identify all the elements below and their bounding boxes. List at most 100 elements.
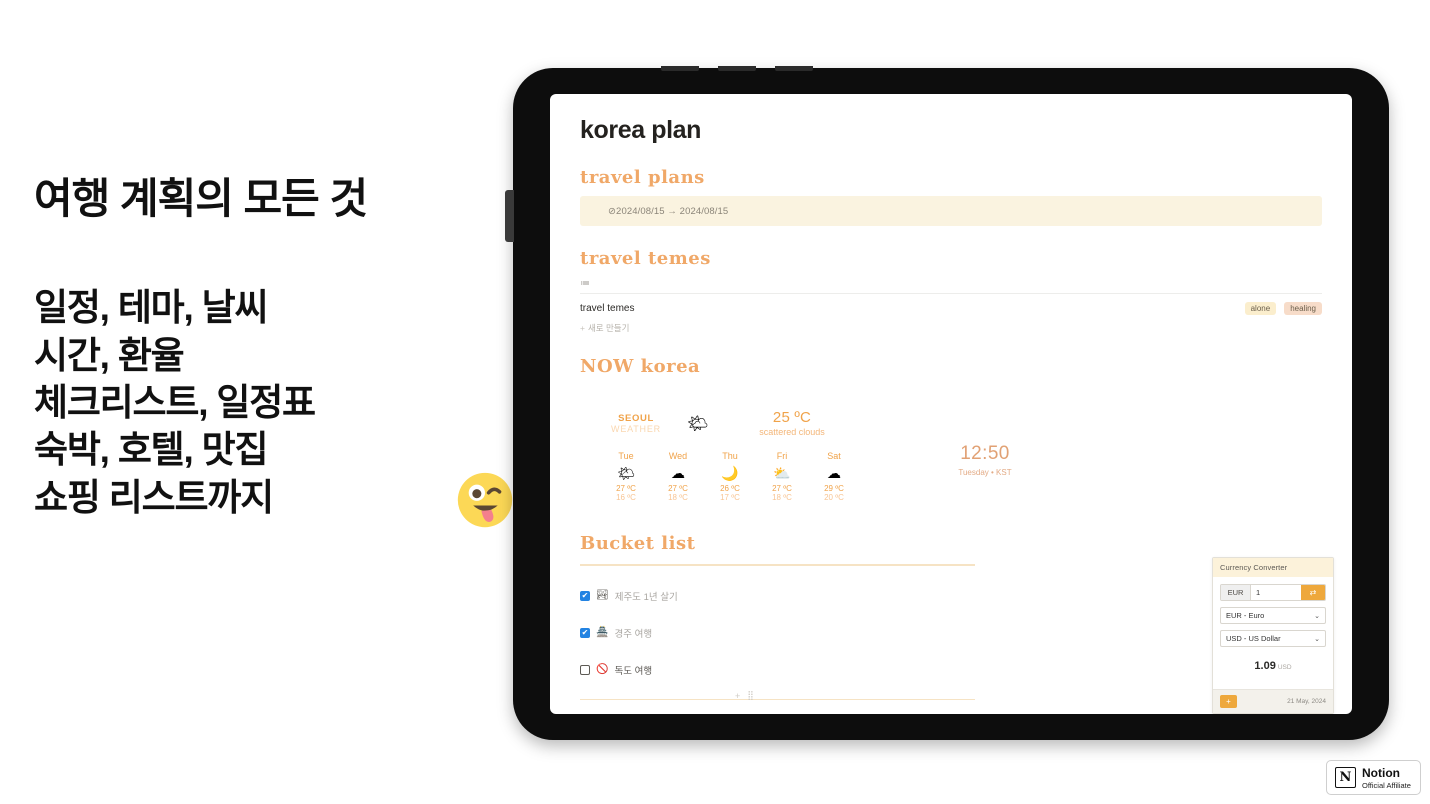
bucket-list-divider-bottom [580,698,975,700]
tag-healing[interactable]: healing [1284,302,1322,315]
add-currency-button[interactable]: + [1220,695,1237,708]
weather-city-block: SEOUL WEATHER [600,413,672,434]
todo-item[interactable]: 🚫 독도 여행 [580,663,975,677]
travel-date-callout[interactable]: ⊘2024/08/15 → 2024/08/15 [580,196,1322,226]
forecast-high: 27 ºC [772,484,792,493]
prohibited-emoji-icon: 🚫 [596,664,609,675]
bucket-list-section: Bucket list ✔ 🏞 제주도 1년 살기 ✔ 🏯 경주 여행 🚫 독도… [580,533,975,700]
weather-forecast-row: Tue 🌤 27 ºC 16 ºC Wed ☁ 27 ºC 18 ºC Thu … [600,451,860,502]
checkbox-checked-icon[interactable]: ✔ [580,590,590,601]
tablet-device-frame: korea plan travel plans ⊘2024/08/15 → 20… [505,66,1389,740]
mountain-emoji-icon: 🏞 [596,590,609,601]
travel-date-range: ⊘2024/08/15 → 2024/08/15 [608,205,729,217]
database-divider [580,293,1322,294]
to-currency-select[interactable]: USD - US Dollar ⌄ [1220,630,1326,647]
clock-widget[interactable]: 12:50 Tuesday • KST [925,443,1045,477]
database-row-tags: alone healing [1244,302,1322,315]
weather-current-readout: 25 ºC scattered clouds [724,409,860,437]
block-controls[interactable]: + ⣿ [735,690,754,701]
forecast-low: 17 ºC [720,493,740,502]
promo-copy: 여행 계획의 모든 것 일정, 테마, 날씨 시간, 환율 체크리스트, 일정표… [34,175,513,528]
promo-feature-list: 일정, 테마, 날씨 시간, 환율 체크리스트, 일정표 숙박, 호텔, 맛집 … [34,284,513,528]
database-row[interactable]: travel temes alone healing [580,298,1322,319]
from-currency-select[interactable]: EUR - Euro ⌄ [1220,607,1326,624]
weather-and-clock-widgets: SEOUL WEATHER 🌤 25 ºC scattered clouds T… [580,391,1322,511]
conversion-result: 1.09 USD [1220,656,1326,674]
forecast-day: Sat ☁ 29 ºC 20 ºC [808,451,860,502]
forecast-day-name: Wed [668,451,688,461]
promo-line-5: 쇼핑 리스트까지 [34,476,274,518]
badge-brand-name: Notion [1362,766,1400,781]
todo-item[interactable]: ✔ 🏯 경주 여행 [580,626,975,640]
tag-alone[interactable]: alone [1244,302,1277,315]
promo-line-2: 시간, 환율 [34,334,185,376]
forecast-weather-icon: 🌙 [721,465,739,481]
forecast-high: 26 ºC [720,484,740,493]
to-currency-value: USD - US Dollar [1226,634,1281,643]
forecast-day-name: Fri [776,451,788,461]
forecast-weather-icon: 🌤 [617,465,635,481]
page-title: korea plan [580,116,702,144]
castle-emoji-icon: 🏯 [596,627,609,638]
forecast-low: 20 ºC [824,493,844,502]
weather-current-icon: 🌤 [687,413,709,433]
forecast-low: 16 ºC [616,493,636,502]
todo-label: 제주도 1년 살기 [614,591,678,603]
promo-line-3: 체크리스트, 일정표 [34,381,316,423]
clock-time: 12:50 [960,443,1010,464]
forecast-high: 27 ºC [668,484,688,493]
currency-amount-row[interactable]: EUR 1 ⇄ [1220,584,1326,601]
weather-widget[interactable]: SEOUL WEATHER 🌤 25 ºC scattered clouds T… [600,409,860,502]
forecast-low: 18 ºC [668,493,688,502]
weather-city-name: SEOUL [618,412,654,424]
currency-converter-title: Currency Converter [1213,558,1333,577]
bucket-list-divider-top [580,564,975,566]
weather-current: SEOUL WEATHER 🌤 25 ºC scattered clouds [600,409,860,437]
database-new-row-button[interactable]: + 새로 만들기 [580,322,1322,334]
clock-day-timezone: Tuesday • KST [958,468,1012,477]
forecast-high: 29 ºC [824,484,844,493]
swap-currencies-icon[interactable]: ⇄ [1301,585,1325,600]
forecast-day: Fri ⛅ 27 ºC 18 ºC [756,451,808,502]
promo-headline: 여행 계획의 모든 것 [34,175,368,222]
chevron-down-icon: ⌄ [1314,635,1320,643]
tablet-notch-2 [718,66,756,71]
forecast-day: Wed ☁ 27 ºC 18 ºC [652,451,704,502]
forecast-day: Tue 🌤 27 ºC 16 ºC [600,451,652,502]
currency-converter-footer: + 21 May, 2024 [1213,689,1333,713]
notion-page: korea plan travel plans ⊘2024/08/15 → 20… [550,94,1352,714]
badge-text: Notion Official Affiliate [1362,764,1411,790]
list-view-icon[interactable]: ≔ [580,278,1322,289]
currency-converter-body: EUR 1 ⇄ EUR - Euro ⌄ USD - US Dollar ⌄ 1… [1213,577,1333,689]
chevron-down-icon: ⌄ [1314,612,1320,620]
forecast-low: 18 ºC [772,493,792,502]
currency-converter-widget[interactable]: Currency Converter EUR 1 ⇄ EUR - Euro ⌄ [1212,557,1334,714]
checkbox-checked-icon[interactable]: ✔ [580,627,590,638]
forecast-weather-icon: ☁ [827,465,841,481]
forecast-weather-icon: ☁ [671,465,685,481]
rate-date: 21 May, 2024 [1287,698,1326,705]
tablet-volume-button[interactable] [505,190,514,242]
forecast-day-name: Sat [827,451,841,461]
database-row-title: travel temes [580,303,635,314]
heading-now-korea: NOW korea [580,356,701,377]
heading-travel-temes: travel temes [580,248,711,269]
screenshot-root: 여행 계획의 모든 것 일정, 테마, 날씨 시간, 환율 체크리스트, 일정표… [0,0,1430,804]
add-block-icon[interactable]: + [735,691,740,701]
drag-handle-icon[interactable]: ⣿ [747,690,754,701]
promo-line-1: 일정, 테마, 날씨 [34,287,269,329]
checkbox-unchecked-icon[interactable] [580,664,590,675]
currency-amount-input[interactable]: 1 [1251,585,1301,600]
tablet-screen: korea plan travel plans ⊘2024/08/15 → 20… [550,94,1352,714]
forecast-high: 27 ºC [616,484,636,493]
database-new-row-label: 새로 만들기 [587,323,630,333]
weather-current-temperature: 25 ºC [772,409,812,426]
todo-label: 경주 여행 [614,628,653,640]
from-currency-value: EUR - Euro [1226,611,1265,620]
heading-travel-plans: travel plans [580,167,705,188]
tablet-notch-1 [661,66,699,71]
todo-item[interactable]: ✔ 🏞 제주도 1년 살기 [580,589,975,603]
promo-line-4: 숙박, 호텔, 맛집 [34,429,269,471]
conversion-unit: USD [1277,664,1292,671]
plus-icon: + [580,323,585,333]
